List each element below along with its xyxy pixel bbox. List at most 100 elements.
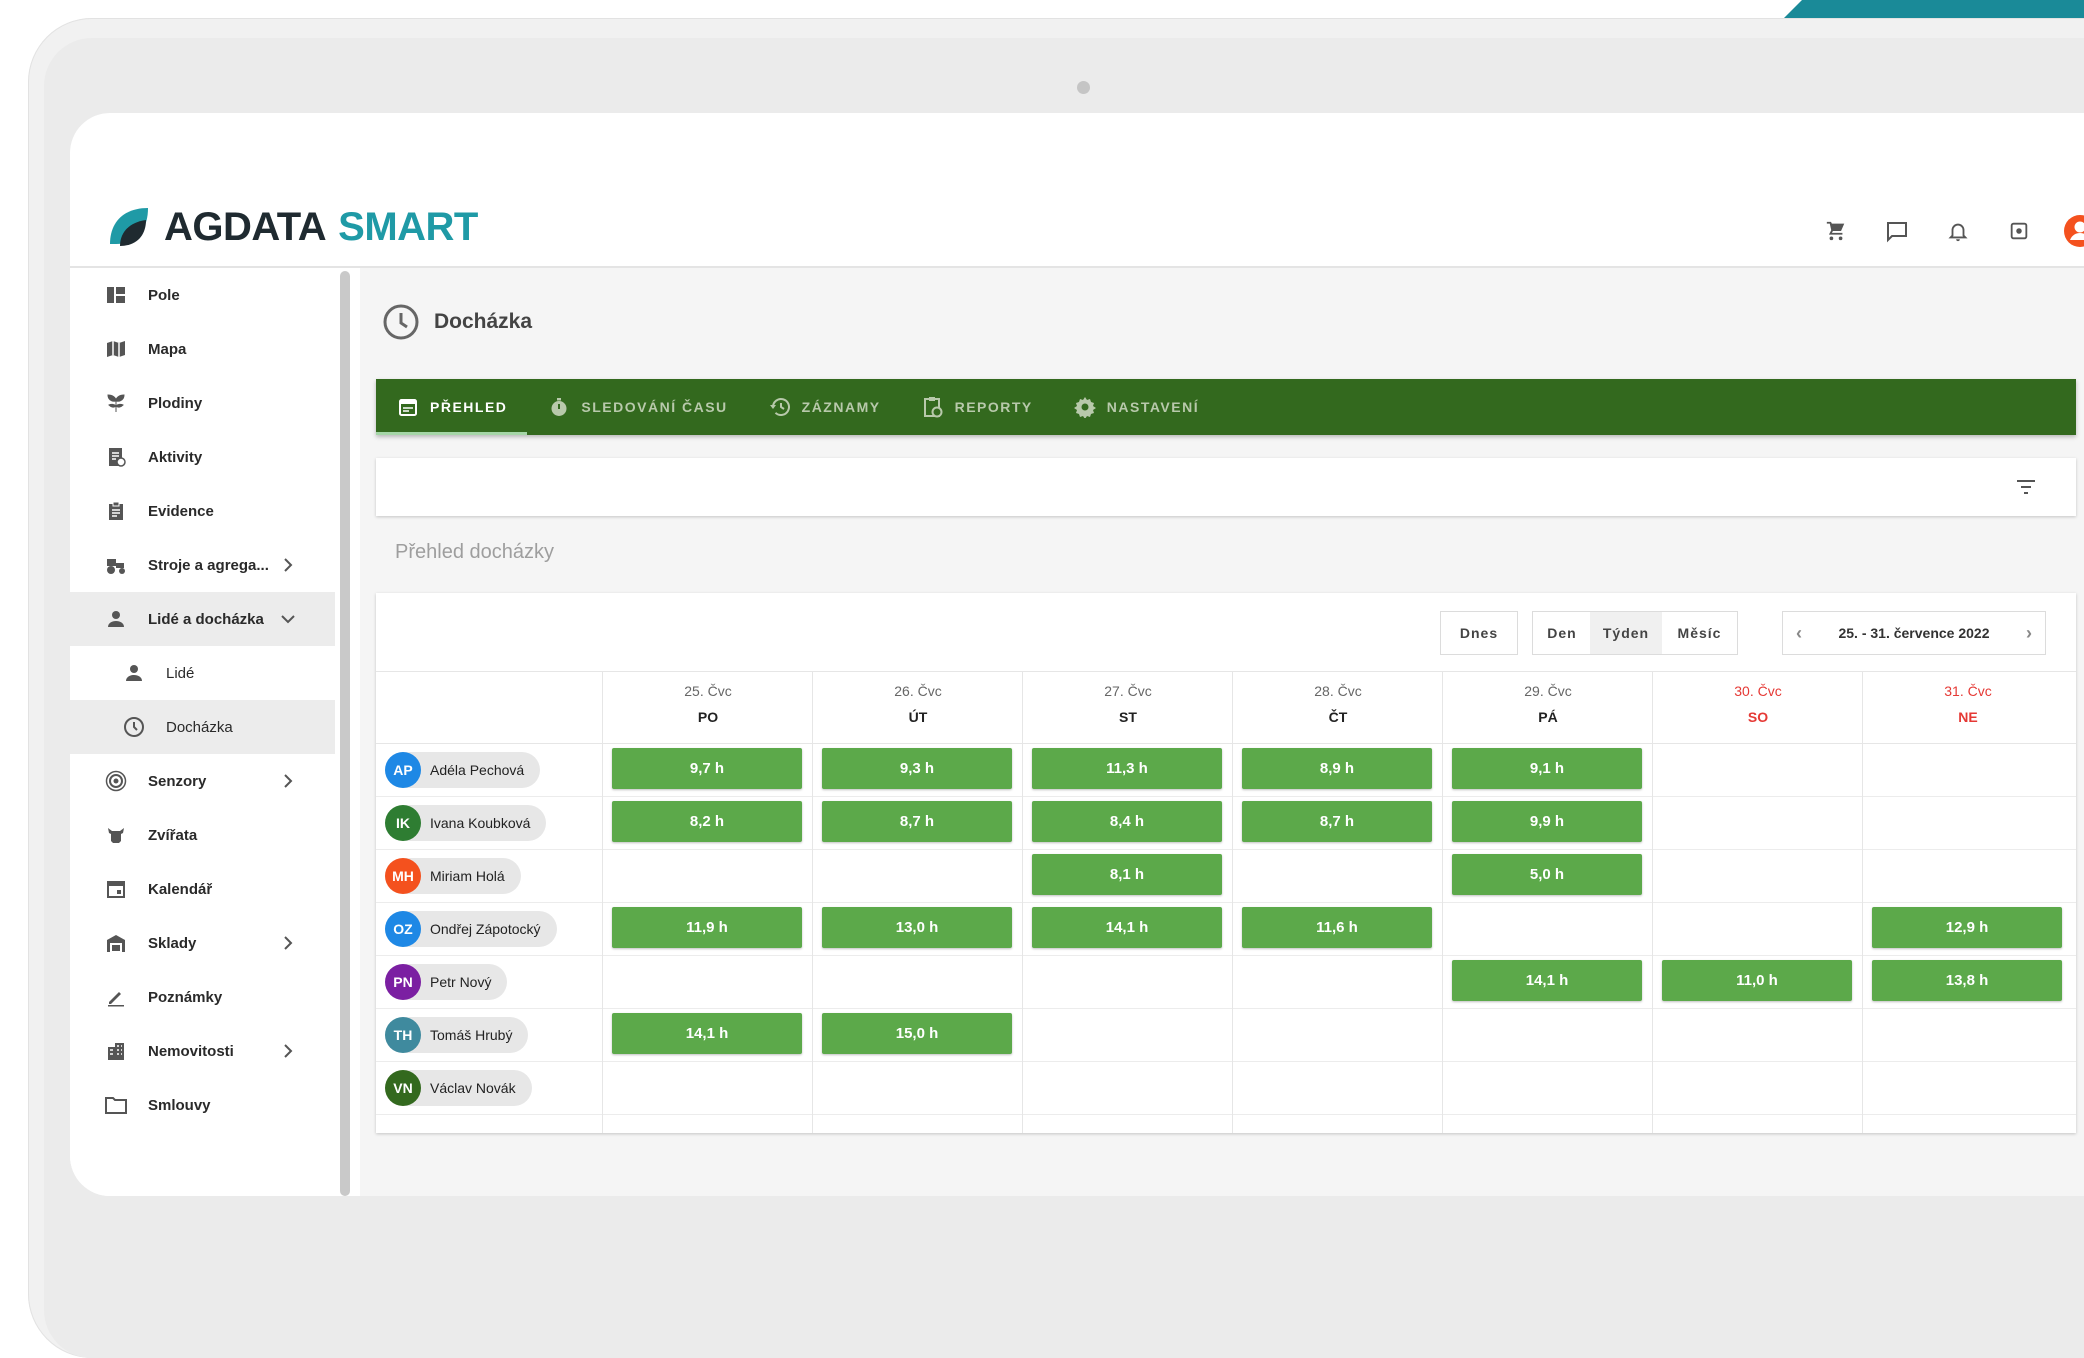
sidebar-item-smlouvy[interactable]: Smlouvy (70, 1078, 335, 1132)
hours-cell[interactable]: 14,1 h (1032, 907, 1222, 948)
person-chip[interactable]: VNVáclav Novák (385, 1070, 532, 1106)
sidebar-item-lide-a-dochazka[interactable]: Lidé a docházka (70, 592, 335, 646)
chevron-right-icon (278, 555, 298, 575)
sidebar-item-stroje[interactable]: Stroje a agrega... (70, 538, 335, 592)
person-name: Miriam Holá (430, 868, 505, 884)
chat-icon[interactable] (1866, 213, 1927, 249)
sidebar-item-evidence[interactable]: Evidence (70, 484, 335, 538)
view-month-button[interactable]: Měsíc (1662, 611, 1738, 655)
sidebar-item-aktivity[interactable]: Aktivity (70, 430, 335, 484)
day-weekday: SO (1653, 709, 1863, 725)
person-icon (104, 607, 128, 631)
sensor-icon (104, 769, 128, 793)
sidebar-scrollbar[interactable] (340, 271, 350, 1196)
main-content: Docházka PŘEHLED SLEDOVÁNÍ ČASU ZÁZNAMY … (360, 268, 2084, 1196)
sidebar-item-label: Pole (148, 287, 180, 304)
sidebar-item-label: Poznámky (148, 989, 222, 1006)
sidebar-item-poznamky[interactable]: Poznámky (70, 970, 335, 1024)
hours-cell[interactable]: 15,0 h (822, 1013, 1012, 1054)
today-button[interactable]: Dnes (1440, 611, 1518, 655)
tab-zaznamy[interactable]: ZÁZNAMY (748, 379, 901, 435)
chevron-right-icon (278, 933, 298, 953)
calendar-icon (396, 395, 420, 419)
hours-cell[interactable]: 8,9 h (1242, 748, 1432, 789)
sidebar-item-sklady[interactable]: Sklady (70, 916, 335, 970)
app-logo[interactable]: AGDATA SMART (106, 203, 478, 251)
person-name: Petr Nový (430, 974, 491, 990)
column-divider (602, 671, 603, 1133)
tab-prehled[interactable]: PŘEHLED (376, 379, 527, 435)
sidebar-item-plodiny[interactable]: Plodiny (70, 376, 335, 430)
hours-cell[interactable]: 12,9 h (1872, 907, 2062, 948)
date-range-label: 25. - 31. července 2022 (1815, 625, 2013, 641)
sidebar-item-senzory[interactable]: Senzory (70, 754, 335, 808)
person-name: Adéla Pechová (430, 762, 524, 778)
day-date: 30. Čvc (1653, 683, 1863, 699)
hours-cell[interactable]: 11,3 h (1032, 748, 1222, 789)
hours-cell[interactable]: 9,7 h (612, 748, 802, 789)
sidebar-item-pole[interactable]: Pole (70, 268, 335, 322)
hours-cell[interactable]: 8,1 h (1032, 854, 1222, 895)
page-title-text: Docházka (434, 310, 532, 334)
hours-cell[interactable]: 9,9 h (1452, 801, 1642, 842)
tab-nastaveni[interactable]: NASTAVENÍ (1053, 379, 1219, 435)
view-week-button[interactable]: Týden (1590, 611, 1663, 655)
table-row: IKIvana Koubková 8,2 h 8,7 h 8,4 h 8,7 h 9,9 … (376, 796, 2076, 850)
sidebar-item-kalendar[interactable]: Kalendář (70, 862, 335, 916)
chevron-left-icon[interactable]: ‹ (1783, 623, 1815, 644)
sidebar-item-label: Aktivity (148, 449, 202, 466)
hours-cell[interactable]: 14,1 h (1452, 960, 1642, 1001)
hours-cell[interactable]: 11,0 h (1662, 960, 1852, 1001)
hours-cell[interactable]: 9,1 h (1452, 748, 1642, 789)
day-date: 25. Čvc (603, 683, 813, 699)
chevron-right-icon (278, 771, 298, 791)
sidebar-subitem-dochazka[interactable]: Docházka (70, 700, 335, 754)
hours-cell[interactable]: 11,9 h (612, 907, 802, 948)
sidebar-item-label: Stroje a agrega... (148, 557, 269, 574)
person-chip[interactable]: THTomáš Hrubý (385, 1017, 528, 1053)
table-row: THTomáš Hrubý 14,1 h 15,0 h (376, 1008, 2076, 1062)
tab-reporty[interactable]: REPORTY (901, 379, 1053, 435)
sidebar-item-label: Smlouvy (148, 1097, 211, 1114)
hours-cell[interactable]: 11,6 h (1242, 907, 1432, 948)
sidebar-item-nemovitosti[interactable]: Nemovitosti (70, 1024, 335, 1078)
day-weekday: PÁ (1443, 709, 1653, 725)
person-icon (122, 661, 146, 685)
person-chip[interactable]: APAdéla Pechová (385, 752, 540, 788)
tab-sledovani-casu[interactable]: SLEDOVÁNÍ ČASU (527, 379, 747, 435)
building-icon (104, 1039, 128, 1063)
day-weekday: PO (603, 709, 813, 725)
sidebar-item-mapa[interactable]: Mapa (70, 322, 335, 376)
sidebar-item-label: Lidé a docházka (148, 611, 264, 628)
column-divider (1442, 671, 1443, 1133)
day-weekday: ÚT (813, 709, 1023, 725)
hours-cell[interactable]: 14,1 h (612, 1013, 802, 1054)
avatar: TH (385, 1017, 421, 1053)
hours-cell[interactable]: 13,8 h (1872, 960, 2062, 1001)
sidebar-item-zvirata[interactable]: Zvířata (70, 808, 335, 862)
hours-cell[interactable]: 8,4 h (1032, 801, 1222, 842)
day-date: 29. Čvc (1443, 683, 1653, 699)
cart-icon[interactable] (1805, 213, 1866, 249)
hours-cell[interactable]: 8,7 h (1242, 801, 1432, 842)
chevron-right-icon[interactable]: › (2013, 623, 2045, 644)
person-chip[interactable]: OZOndřej Zápotocký (385, 911, 557, 947)
bell-icon[interactable] (1927, 213, 1988, 249)
person-chip[interactable]: PNPetr Nový (385, 964, 507, 1000)
person-chip[interactable]: MHMiriam Holá (385, 858, 521, 894)
account-icon[interactable] (2049, 213, 2084, 249)
settings-icon[interactable] (1988, 213, 2049, 249)
hours-cell[interactable]: 8,2 h (612, 801, 802, 842)
gear-icon (1073, 395, 1097, 419)
view-day-button[interactable]: Den (1532, 611, 1592, 655)
calendar-toolbar: Dnes Den Týden Měsíc ‹ 25. - 31. červenc… (376, 593, 2076, 672)
hours-cell[interactable]: 13,0 h (822, 907, 1012, 948)
filter-icon[interactable] (2014, 475, 2038, 499)
day-header: 29. Čvc PÁ (1442, 671, 1653, 743)
hours-cell[interactable]: 9,3 h (822, 748, 1012, 789)
sidebar-item-label: Docházka (166, 719, 233, 736)
sidebar-subitem-lide[interactable]: Lidé (70, 646, 335, 700)
hours-cell[interactable]: 5,0 h (1452, 854, 1642, 895)
hours-cell[interactable]: 8,7 h (822, 801, 1012, 842)
person-chip[interactable]: IKIvana Koubková (385, 805, 546, 841)
